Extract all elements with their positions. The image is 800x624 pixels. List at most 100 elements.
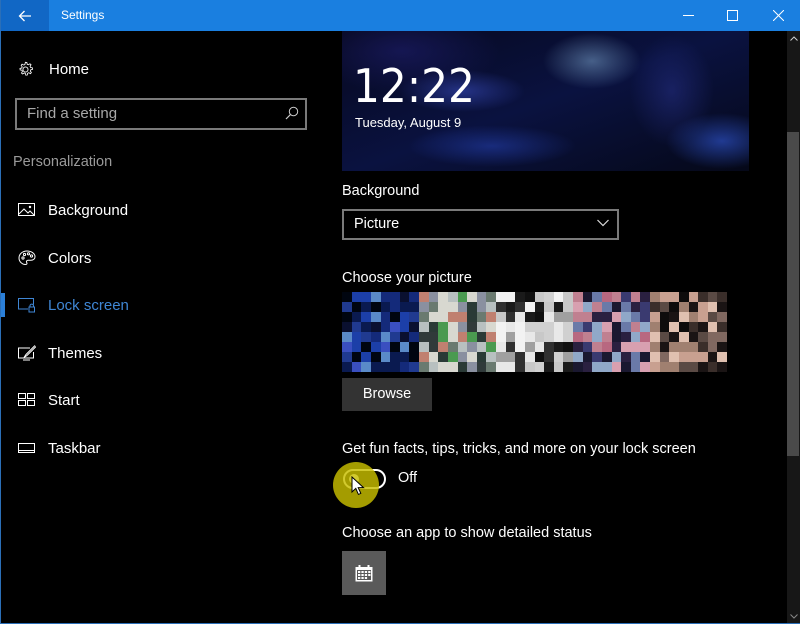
browse-button[interactable]: Browse (342, 378, 432, 411)
sidebar-item-label: Start (48, 391, 80, 409)
thumbnail-cell (601, 362, 612, 372)
thumbnail-cell (361, 312, 371, 322)
thumbnail-cell (467, 322, 477, 332)
thumbnail-cell (678, 332, 689, 342)
thumbnail-cell (717, 362, 727, 372)
thumbnail-cell (370, 312, 381, 322)
thumbnail-cell (486, 332, 496, 342)
thumbnail-cell (419, 362, 429, 372)
thumbnail-cell (476, 312, 487, 322)
home-link[interactable]: Home (17, 57, 89, 81)
fun-facts-toggle[interactable] (343, 469, 386, 489)
picture-thumbnail[interactable] (573, 292, 650, 372)
thumbnail-cell (438, 352, 448, 362)
thumbnail-cell (515, 312, 525, 322)
thumbnail-cell (486, 302, 496, 312)
thumbnail-cell (419, 322, 429, 332)
thumbnail-cell (601, 332, 612, 342)
thumbnail-cell (707, 312, 718, 322)
thumbnail-cell (342, 332, 352, 342)
scroll-up-button[interactable] (787, 31, 800, 45)
thumbnail-cell (650, 332, 660, 342)
thumbnail-cell (717, 352, 727, 362)
thumbnail-cell (351, 342, 362, 352)
maximize-button[interactable] (709, 0, 755, 31)
search-input[interactable]: Find a setting (15, 98, 307, 130)
thumbnail-cell (476, 332, 487, 342)
thumbnail-cell (650, 352, 660, 362)
picture-thumbnail[interactable] (650, 292, 727, 372)
thumbnail-cell (399, 362, 410, 372)
thumbnail-cell (351, 292, 362, 302)
background-dropdown[interactable]: Picture (342, 209, 619, 240)
thumbnail-cell (524, 302, 535, 312)
thumbnail-cell (447, 312, 458, 322)
thumbnail-cell (428, 362, 439, 372)
thumbnail-cell (524, 332, 535, 342)
thumbnail-cell (361, 292, 371, 302)
thumbnail-cell (544, 362, 554, 372)
thumbnail-cell (563, 362, 573, 372)
thumbnail-cell (447, 352, 458, 362)
preview-date: Tuesday, August 9 (355, 115, 462, 130)
thumbnail-cell (419, 352, 429, 362)
sidebar-item-label: Lock screen (48, 296, 129, 314)
thumbnail-cell (621, 302, 631, 312)
content-scrollbar[interactable] (787, 31, 800, 623)
thumbnail-cell (659, 362, 670, 372)
thumbnail-cell (698, 362, 708, 372)
sidebar-item-lock-screen[interactable]: Lock screen (1, 285, 331, 325)
thumbnail-cell (544, 312, 554, 322)
sidebar: Home Find a setting Personalization Back… (1, 31, 331, 623)
thumbnail-cell (601, 302, 612, 312)
thumbnail-cell (342, 302, 352, 312)
picture-thumbnail[interactable] (419, 292, 496, 372)
thumbnail-cell (534, 322, 545, 332)
thumbnail-cell (380, 292, 391, 302)
thumbnail-cell (505, 312, 516, 322)
thumbnail-cell (573, 352, 583, 362)
thumbnail-cell (419, 342, 429, 352)
thumbnail-cell (390, 342, 400, 352)
sidebar-item-start[interactable]: Start (2, 380, 331, 420)
thumbnail-cell (688, 352, 699, 362)
minimize-button[interactable] (665, 0, 711, 31)
back-button[interactable] (1, 0, 49, 31)
thumbnail-cell (428, 292, 439, 302)
sidebar-item-label: Themes (48, 344, 103, 362)
thumbnail-cell (428, 342, 439, 352)
thumbnail-cell (496, 322, 506, 332)
sidebar-item-colors[interactable]: Colors (2, 238, 331, 278)
thumbnail-cell (438, 312, 448, 322)
sidebar-item-background[interactable]: Background (2, 190, 331, 230)
thumbnail-cell (438, 322, 448, 332)
thumbnail-cell (544, 292, 554, 302)
thumbnail-cell (409, 352, 419, 362)
sidebar-item-taskbar[interactable]: Taskbar (2, 428, 331, 468)
thumbnail-cell (361, 302, 371, 312)
thumbnail-cell (409, 302, 419, 312)
active-indicator (1, 293, 5, 317)
window-title: Settings (61, 8, 105, 22)
thumbnail-cell (553, 302, 564, 312)
thumbnail-cell (678, 352, 689, 362)
thumbnail-cell (592, 312, 602, 322)
thumbnail-cell (601, 312, 612, 322)
thumbnail-cell (707, 322, 718, 332)
picture-thumbnails (342, 292, 742, 372)
thumbnail-cell (351, 332, 362, 342)
thumbnail-cell (380, 362, 391, 372)
sidebar-item-themes[interactable]: Themes (2, 333, 331, 373)
scroll-thumb[interactable] (787, 132, 799, 456)
thumbnail-cell (505, 342, 516, 352)
detailed-status-app-button[interactable] (342, 551, 386, 595)
close-button[interactable] (755, 0, 800, 31)
lock-screen-preview: 12:22 Tuesday, August 9 (342, 31, 749, 171)
thumbnail-cell (592, 362, 602, 372)
thumbnail-cell (524, 292, 535, 302)
scroll-down-button[interactable] (787, 609, 800, 623)
thumbnail-cell (534, 312, 545, 322)
picture-thumbnail[interactable] (496, 292, 573, 372)
picture-thumbnail[interactable] (342, 292, 419, 372)
thumbnail-cell (659, 312, 670, 322)
